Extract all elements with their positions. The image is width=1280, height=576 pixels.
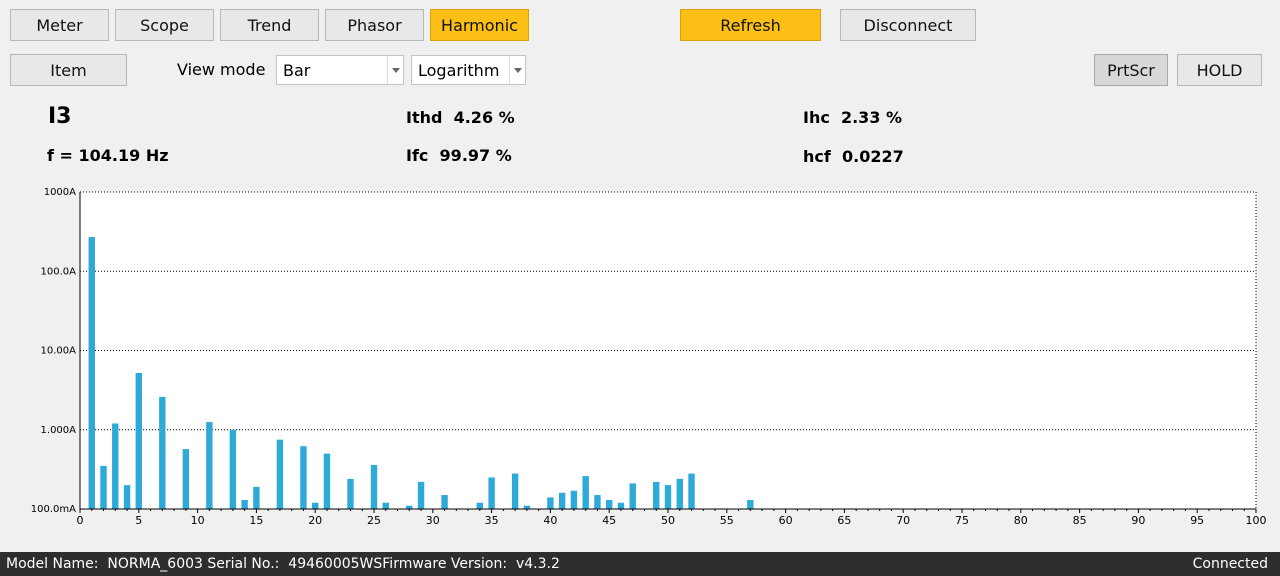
harmonic-bar (676, 478, 683, 509)
harmonic-bar (347, 478, 354, 509)
connection-status: Connected (1192, 556, 1268, 572)
tab-scope[interactable]: Scope (115, 9, 214, 41)
x-tick-label: 45 (602, 514, 616, 527)
ithd-value: 4.26 % (453, 108, 515, 127)
harmonic-bar (747, 499, 754, 509)
y-tick-label: 1000A (44, 187, 76, 198)
ifc-value: 99.97 % (439, 146, 512, 165)
harmonic-bar (229, 429, 237, 509)
x-tick-label: 85 (1073, 514, 1087, 527)
hcf-name: hcf (803, 147, 831, 166)
ifc-readout: Ifc 99.97 % (406, 146, 512, 165)
harmonic-bar (653, 481, 660, 509)
x-tick-label: 50 (661, 514, 675, 527)
scale-select[interactable]: Logarithm (411, 55, 526, 85)
x-tick-label: 55 (720, 514, 734, 527)
frequency-value: f = 104.19 Hz (47, 146, 169, 165)
x-tick-label: 100 (1246, 514, 1267, 527)
x-tick-label: 5 (135, 514, 142, 527)
x-tick-label: 35 (485, 514, 499, 527)
x-tick-label: 15 (249, 514, 263, 527)
harmonic-bar (370, 464, 378, 509)
harmonic-bar (570, 490, 578, 509)
harmonic-bar (582, 476, 589, 509)
harmonic-bar-chart: 1000A 100.0A 10.00A 1.000A 100.0mA0 5 10 15 20 25… (31, 187, 1267, 527)
harmonic-bar (617, 502, 625, 509)
harmonic-bar (629, 483, 636, 509)
harmonic-bar (312, 502, 319, 509)
x-tick-label: 65 (837, 514, 851, 527)
harmonic-bar (206, 422, 213, 509)
harmonic-bar (123, 485, 131, 509)
x-tick-label: 25 (367, 514, 381, 527)
ifc-name: Ifc (406, 146, 429, 165)
x-tick-label: 95 (1190, 514, 1204, 527)
status-bar: Model Name: NORMA_6003 Serial No.: 49460… (0, 552, 1280, 576)
harmonic-bar (100, 465, 107, 509)
harmonic-bar (417, 481, 425, 509)
device-info: Model Name: NORMA_6003 Serial No.: 49460… (6, 556, 560, 572)
harmonic-bar (558, 492, 566, 509)
harmonic-bar (382, 502, 389, 509)
harmonic-bar (276, 439, 284, 509)
harmonic-bar (476, 502, 484, 509)
x-tick-label: 60 (779, 514, 793, 527)
harmonic-bar (135, 373, 142, 509)
harmonic-bar (441, 495, 448, 509)
scale-value: Logarithm (418, 60, 500, 80)
ithd-readout: Ithd 4.26 % (406, 108, 515, 127)
harmonic-bar (511, 473, 519, 509)
chevron-down-icon[interactable] (509, 56, 525, 84)
tab-meter[interactable]: Meter (10, 9, 109, 41)
refresh-button[interactable]: Refresh (680, 9, 821, 41)
x-tick-label: 40 (543, 514, 557, 527)
x-tick-label: 80 (1014, 514, 1028, 527)
x-tick-label: 0 (77, 514, 84, 527)
ihc-name: Ihc (803, 108, 830, 127)
y-tick-label: 10.00A (41, 346, 77, 357)
chevron-down-icon[interactable] (387, 56, 403, 84)
harmonic-bar (112, 423, 119, 509)
tab-phasor[interactable]: Phasor (325, 9, 424, 41)
view-mode-value: Bar (283, 60, 311, 80)
view-mode-label: View mode (177, 60, 266, 79)
ithd-name: Ithd (406, 108, 443, 127)
hold-button[interactable]: HOLD (1177, 54, 1262, 86)
x-tick-label: 10 (191, 514, 205, 527)
tab-harmonic[interactable]: Harmonic (430, 9, 529, 41)
x-tick-label: 20 (308, 514, 322, 527)
item-button[interactable]: Item (10, 54, 127, 86)
y-tick-label: 100.0A (41, 266, 77, 277)
harmonic-bar (88, 237, 95, 509)
ihc-value: 2.33 % (840, 108, 903, 127)
view-mode-select[interactable]: Bar (276, 55, 404, 85)
hcf-value: 0.0227 (841, 147, 904, 166)
prtscr-button[interactable]: PrtScr (1094, 54, 1168, 86)
harmonic-bar (606, 499, 613, 509)
hcf-readout: hcf 0.0227 (803, 147, 904, 166)
harmonic-bar (253, 486, 260, 509)
x-tick-label: 90 (1131, 514, 1145, 527)
harmonic-bar (488, 477, 495, 509)
disconnect-button[interactable]: Disconnect (840, 9, 976, 41)
harmonic-bar (241, 499, 248, 509)
harmonic-bar (594, 495, 601, 509)
tab-trend[interactable]: Trend (220, 9, 319, 41)
harmonic-bar (182, 449, 190, 509)
harmonic-bar (688, 473, 695, 509)
harmonic-bar (159, 396, 166, 509)
x-tick-label: 75 (955, 514, 969, 527)
harmonic-bar (300, 446, 307, 509)
ihc-readout: Ihc 2.33 % (803, 108, 902, 127)
x-tick-label: 30 (426, 514, 440, 527)
harmonic-bar (664, 485, 672, 509)
y-tick-label: 1.000A (41, 425, 77, 436)
channel-label: I3 (48, 104, 72, 129)
x-tick-label: 70 (896, 514, 910, 527)
harmonic-bar (547, 497, 554, 509)
y-tick-label: 100.0mA (31, 504, 76, 515)
harmonic-bar (323, 453, 331, 509)
